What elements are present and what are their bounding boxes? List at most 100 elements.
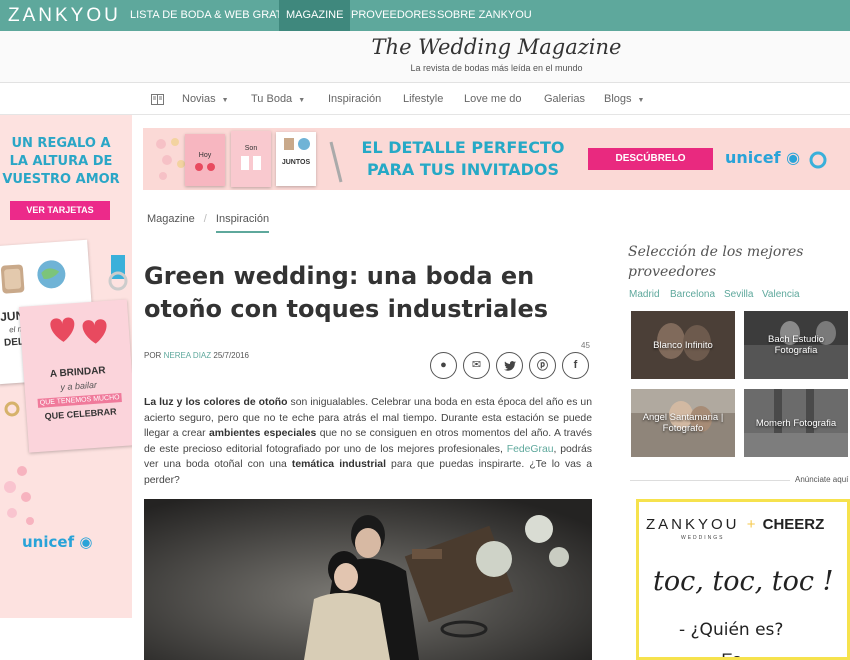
subnav-item-lifestyle[interactable]: Lifestyle bbox=[403, 84, 443, 115]
ribbon-decoration bbox=[809, 151, 827, 169]
banner-card-c: JUNTOS bbox=[276, 132, 316, 186]
top-banner-ad[interactable]: Hoy Son JUNTOS EL DETALLE PERFECTO PARA … bbox=[143, 128, 850, 190]
comment-share-button[interactable]: ● bbox=[430, 352, 457, 379]
anunciate-aqui-link[interactable]: Anúnciate aquí bbox=[795, 475, 848, 484]
body-bold: La luz y los colores de otoño bbox=[144, 397, 288, 408]
pen-decoration bbox=[329, 141, 343, 183]
confetti-decoration bbox=[4, 401, 34, 525]
chevron-down-icon: ▼ bbox=[637, 97, 645, 104]
breadcrumb-inspiracion[interactable]: Inspiración bbox=[215, 213, 270, 233]
zankyou-logo[interactable]: ZANKYOU bbox=[8, 5, 121, 27]
slogan-line: UN REGALO A bbox=[11, 136, 111, 151]
banner-card-a: Hoy bbox=[185, 134, 225, 186]
card-text: Son bbox=[244, 145, 258, 152]
descubrelo-button[interactable]: DESCÚBRELO bbox=[588, 148, 713, 170]
breadcrumb: Magazine / Inspiración bbox=[147, 213, 270, 233]
ver-tarjetas-button[interactable]: VER TARJETAS bbox=[10, 201, 110, 220]
article-title: Green wedding: una boda en otoño con toq… bbox=[144, 262, 549, 323]
email-share-button[interactable]: ✉ bbox=[463, 352, 490, 379]
zankyou-wordmark: ZANKYOU bbox=[646, 516, 740, 533]
topnav-proveedores[interactable]: PROVEEDORES bbox=[344, 0, 443, 31]
chevron-down-icon: ▼ bbox=[221, 97, 229, 104]
city-link-sevilla[interactable]: Sevilla bbox=[724, 289, 753, 300]
ad-more-text: - Es... bbox=[711, 650, 756, 660]
magazine-category-nav: Novias ▼ Tu Boda ▼ Inspiración Lifestyle L… bbox=[0, 84, 850, 115]
subnav-item-tu-boda[interactable]: Tu Boda ▼ bbox=[251, 84, 305, 115]
hearts-illustration bbox=[195, 163, 215, 171]
card-text: JUNTOS bbox=[281, 159, 311, 166]
vendor-tile-blanco-infinito[interactable]: Blanco Infinito bbox=[631, 311, 735, 379]
unicef-logo: unicef ◉ bbox=[22, 533, 92, 551]
comment-icon: ● bbox=[440, 359, 447, 371]
subnav-item-galerias[interactable]: Galerias bbox=[544, 84, 585, 115]
fedegrau-link[interactable]: FedeGrau bbox=[507, 444, 554, 455]
author-link[interactable]: NEREA DIAZ bbox=[164, 351, 212, 360]
body-bold: temática industrial bbox=[291, 459, 386, 470]
article-hero-photo bbox=[144, 499, 592, 660]
article-byline: POR NEREA DIAZ 25/7/2016 bbox=[144, 351, 249, 360]
subnav-label: Blogs bbox=[604, 93, 632, 105]
subnav-item-blogs[interactable]: Blogs ▼ bbox=[604, 84, 644, 115]
topnav-magazine[interactable]: MAGAZINE bbox=[279, 0, 351, 31]
topnav-sobre-zankyou[interactable]: SOBRE ZANKYOU bbox=[430, 0, 539, 31]
breadcrumb-magazine[interactable]: Magazine bbox=[147, 213, 195, 225]
weddings-subline: WEDDINGS bbox=[681, 535, 725, 541]
breadcrumb-separator: / bbox=[203, 213, 207, 225]
subnav-label: Novias bbox=[182, 93, 216, 105]
share-count: 45 bbox=[581, 341, 590, 350]
topnav-lista-de-boda[interactable]: LISTA DE BODA & WEB GRATIS bbox=[123, 0, 300, 31]
divider bbox=[630, 480, 790, 481]
vendor-tile-angel-santamaria[interactable]: Angel Santamaria | Fotografo bbox=[631, 389, 735, 457]
city-link-madrid[interactable]: Madrid bbox=[629, 289, 660, 300]
globe-icon: ◉ bbox=[79, 533, 93, 551]
top-navigation-bar: ZANKYOU LISTA DE BODA & WEB GRATIS MAGAZ… bbox=[0, 0, 850, 31]
wedding-couple-photo bbox=[144, 499, 592, 660]
vendor-tile-bach-estudio[interactable]: Bach Estudio Fotografia bbox=[744, 311, 848, 379]
ad-brand-line: ZANKYOU + CHEERZ bbox=[646, 516, 824, 533]
right-sidebar-ad[interactable]: ZANKYOU + CHEERZ WEDDINGS toc, toc, toc … bbox=[636, 499, 850, 660]
subnav-item-inspiracion[interactable]: Inspiración bbox=[328, 84, 381, 115]
vendor-name: Momerh Fotografia bbox=[755, 417, 837, 429]
magazine-home-icon[interactable] bbox=[151, 84, 164, 115]
banner-card-b: Son bbox=[231, 131, 271, 187]
slogan-line: VUESTRO AMOR bbox=[2, 172, 120, 187]
ribbon-decoration bbox=[103, 255, 132, 291]
pinterest-icon: ⓟ bbox=[537, 359, 548, 372]
magazine-header: The Wedding Magazine La revista de bodas… bbox=[0, 31, 850, 83]
toast-illustration bbox=[284, 138, 310, 150]
cheerz-wordmark: CHEERZ bbox=[762, 516, 825, 533]
hearts-illustration bbox=[50, 317, 107, 344]
ad-toc-text: toc, toc, toc ! bbox=[653, 566, 834, 597]
ad-quien-text: - ¿Quién es? bbox=[679, 620, 784, 640]
unicef-wordmark: unicef bbox=[22, 533, 75, 551]
magazine-subtitle: La revista de bodas más leída en el mund… bbox=[410, 63, 583, 73]
vendor-name: Blanco Infinito bbox=[653, 339, 713, 351]
plus-sign: + bbox=[746, 516, 756, 533]
vendor-tile-momerh[interactable]: Momerh Fotografia bbox=[744, 389, 848, 457]
card-text: Hoy bbox=[198, 152, 212, 159]
unicef-logo: unicef ◉ bbox=[725, 148, 800, 167]
left-ad-slogan: UN REGALO A LA ALTURA DE VUESTRO AMOR bbox=[0, 135, 126, 189]
banner-headline-line1: EL DETALLE PERFECTO bbox=[361, 138, 565, 157]
city-link-barcelona[interactable]: Barcelona bbox=[670, 289, 715, 300]
magazine-title[interactable]: The Wedding Magazine bbox=[0, 35, 850, 59]
twitter-icon bbox=[503, 361, 516, 371]
facebook-share-button[interactable]: f bbox=[562, 352, 589, 379]
body-bold: ambientes especiales bbox=[208, 428, 317, 439]
subnav-item-novias[interactable]: Novias ▼ bbox=[182, 84, 229, 115]
pinterest-share-button[interactable]: ⓟ bbox=[529, 352, 556, 379]
candy-decoration bbox=[156, 138, 185, 180]
article-intro: La luz y los colores de otoño son inigua… bbox=[144, 395, 592, 488]
twitter-share-button[interactable] bbox=[496, 352, 523, 379]
vendor-name: Angel Santamaria | Fotografo bbox=[642, 412, 724, 434]
left-skyscraper-ad[interactable]: UN REGALO A LA ALTURA DE VUESTRO AMOR VE… bbox=[0, 115, 132, 618]
banner-headline-line2: PARA TUS INVITADOS bbox=[366, 160, 560, 179]
city-link-valencia[interactable]: Valencia bbox=[762, 289, 800, 300]
email-icon: ✉ bbox=[471, 359, 482, 371]
card-text: QUE CELEBRAR bbox=[44, 406, 117, 422]
card-text: QUE TENEMOS MUCHO bbox=[37, 393, 122, 408]
subnav-item-love-me-do[interactable]: Love me do bbox=[464, 84, 521, 115]
toast-illustration bbox=[0, 260, 66, 294]
chevron-down-icon: ▼ bbox=[298, 97, 306, 104]
unicef-wordmark: unicef bbox=[725, 148, 781, 167]
